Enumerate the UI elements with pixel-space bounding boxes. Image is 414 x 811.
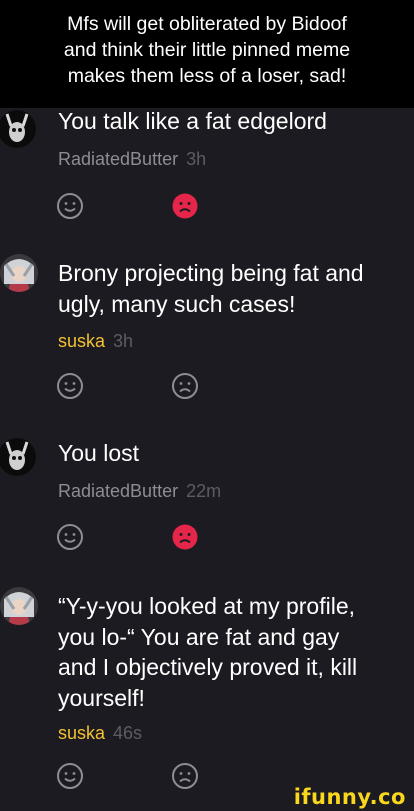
avatar[interactable] [0, 438, 36, 476]
skull-avatar-icon [0, 438, 36, 476]
comment-text-line: yourself! [58, 684, 145, 711]
comment-time: 22m [186, 481, 222, 501]
frown-icon [172, 763, 198, 789]
smile-button[interactable] [56, 762, 84, 790]
smile-icon [57, 193, 83, 219]
frown-button[interactable] [171, 372, 199, 400]
comment-text: You lost [58, 438, 139, 469]
smile-button[interactable] [56, 372, 84, 400]
smile-icon [57, 763, 83, 789]
caption-line: Mfs will get obliterated by Bidoof [67, 13, 347, 35]
comment-text: Brony projecting being fat and ugly, man… [58, 258, 364, 319]
comment-text: You talk like a fat edgelord [58, 106, 327, 137]
comment-time: 46s [113, 723, 143, 743]
comment-text-line: Brony projecting being fat and [58, 260, 364, 286]
comment-author[interactable]: RadiatedButter [58, 481, 178, 501]
avatar[interactable] [0, 587, 38, 625]
watermark-logo: ifunny.co [293, 785, 406, 809]
avatar[interactable] [0, 110, 36, 148]
frown-button[interactable] [171, 192, 199, 220]
smile-icon [57, 524, 83, 550]
frown-icon [172, 193, 198, 219]
comment-text-line: “Y-y-you looked at my profile, [58, 593, 356, 619]
frown-icon [172, 524, 198, 550]
smile-button[interactable] [56, 523, 84, 551]
comment-text-line: ugly, many such cases! [58, 290, 296, 317]
anime-avatar-icon [0, 254, 38, 292]
caption-line: makes them less of a loser, sad! [67, 65, 347, 87]
avatar[interactable] [0, 254, 38, 292]
smile-button[interactable] [56, 192, 84, 220]
comment-meta: suska 46s [58, 722, 142, 744]
comment-meta: RadiatedButter 22m [58, 480, 221, 502]
comment-author[interactable]: suska [58, 331, 105, 351]
frown-button[interactable] [171, 762, 199, 790]
comment-time: 3h [113, 331, 134, 351]
smile-icon [57, 373, 83, 399]
meme-caption: Mfs will get obliterated by Bidoof and t… [0, 0, 414, 108]
frown-button[interactable] [171, 523, 199, 551]
skull-avatar-icon [0, 110, 36, 148]
comment-text: “Y-y-you looked at my profile, you lo-“ … [58, 591, 357, 713]
comment-meta: suska 3h [58, 330, 133, 352]
anime-avatar-icon [0, 587, 38, 625]
comment-text-line: and I objectively proved it, kill [58, 654, 358, 680]
comment-author[interactable]: RadiatedButter [58, 149, 178, 169]
comment-text-line: You talk like a fat edgelord [58, 108, 327, 134]
comment-text-line: you lo-“ You are fat and gay [58, 623, 340, 650]
comment-author[interactable]: suska [58, 723, 105, 743]
caption-line: and think their little pinned meme [63, 39, 351, 61]
comment-text-line: You lost [58, 440, 139, 466]
frown-icon [172, 373, 198, 399]
comment-meta: RadiatedButter 3h [58, 148, 206, 170]
comment-time: 3h [186, 149, 207, 169]
